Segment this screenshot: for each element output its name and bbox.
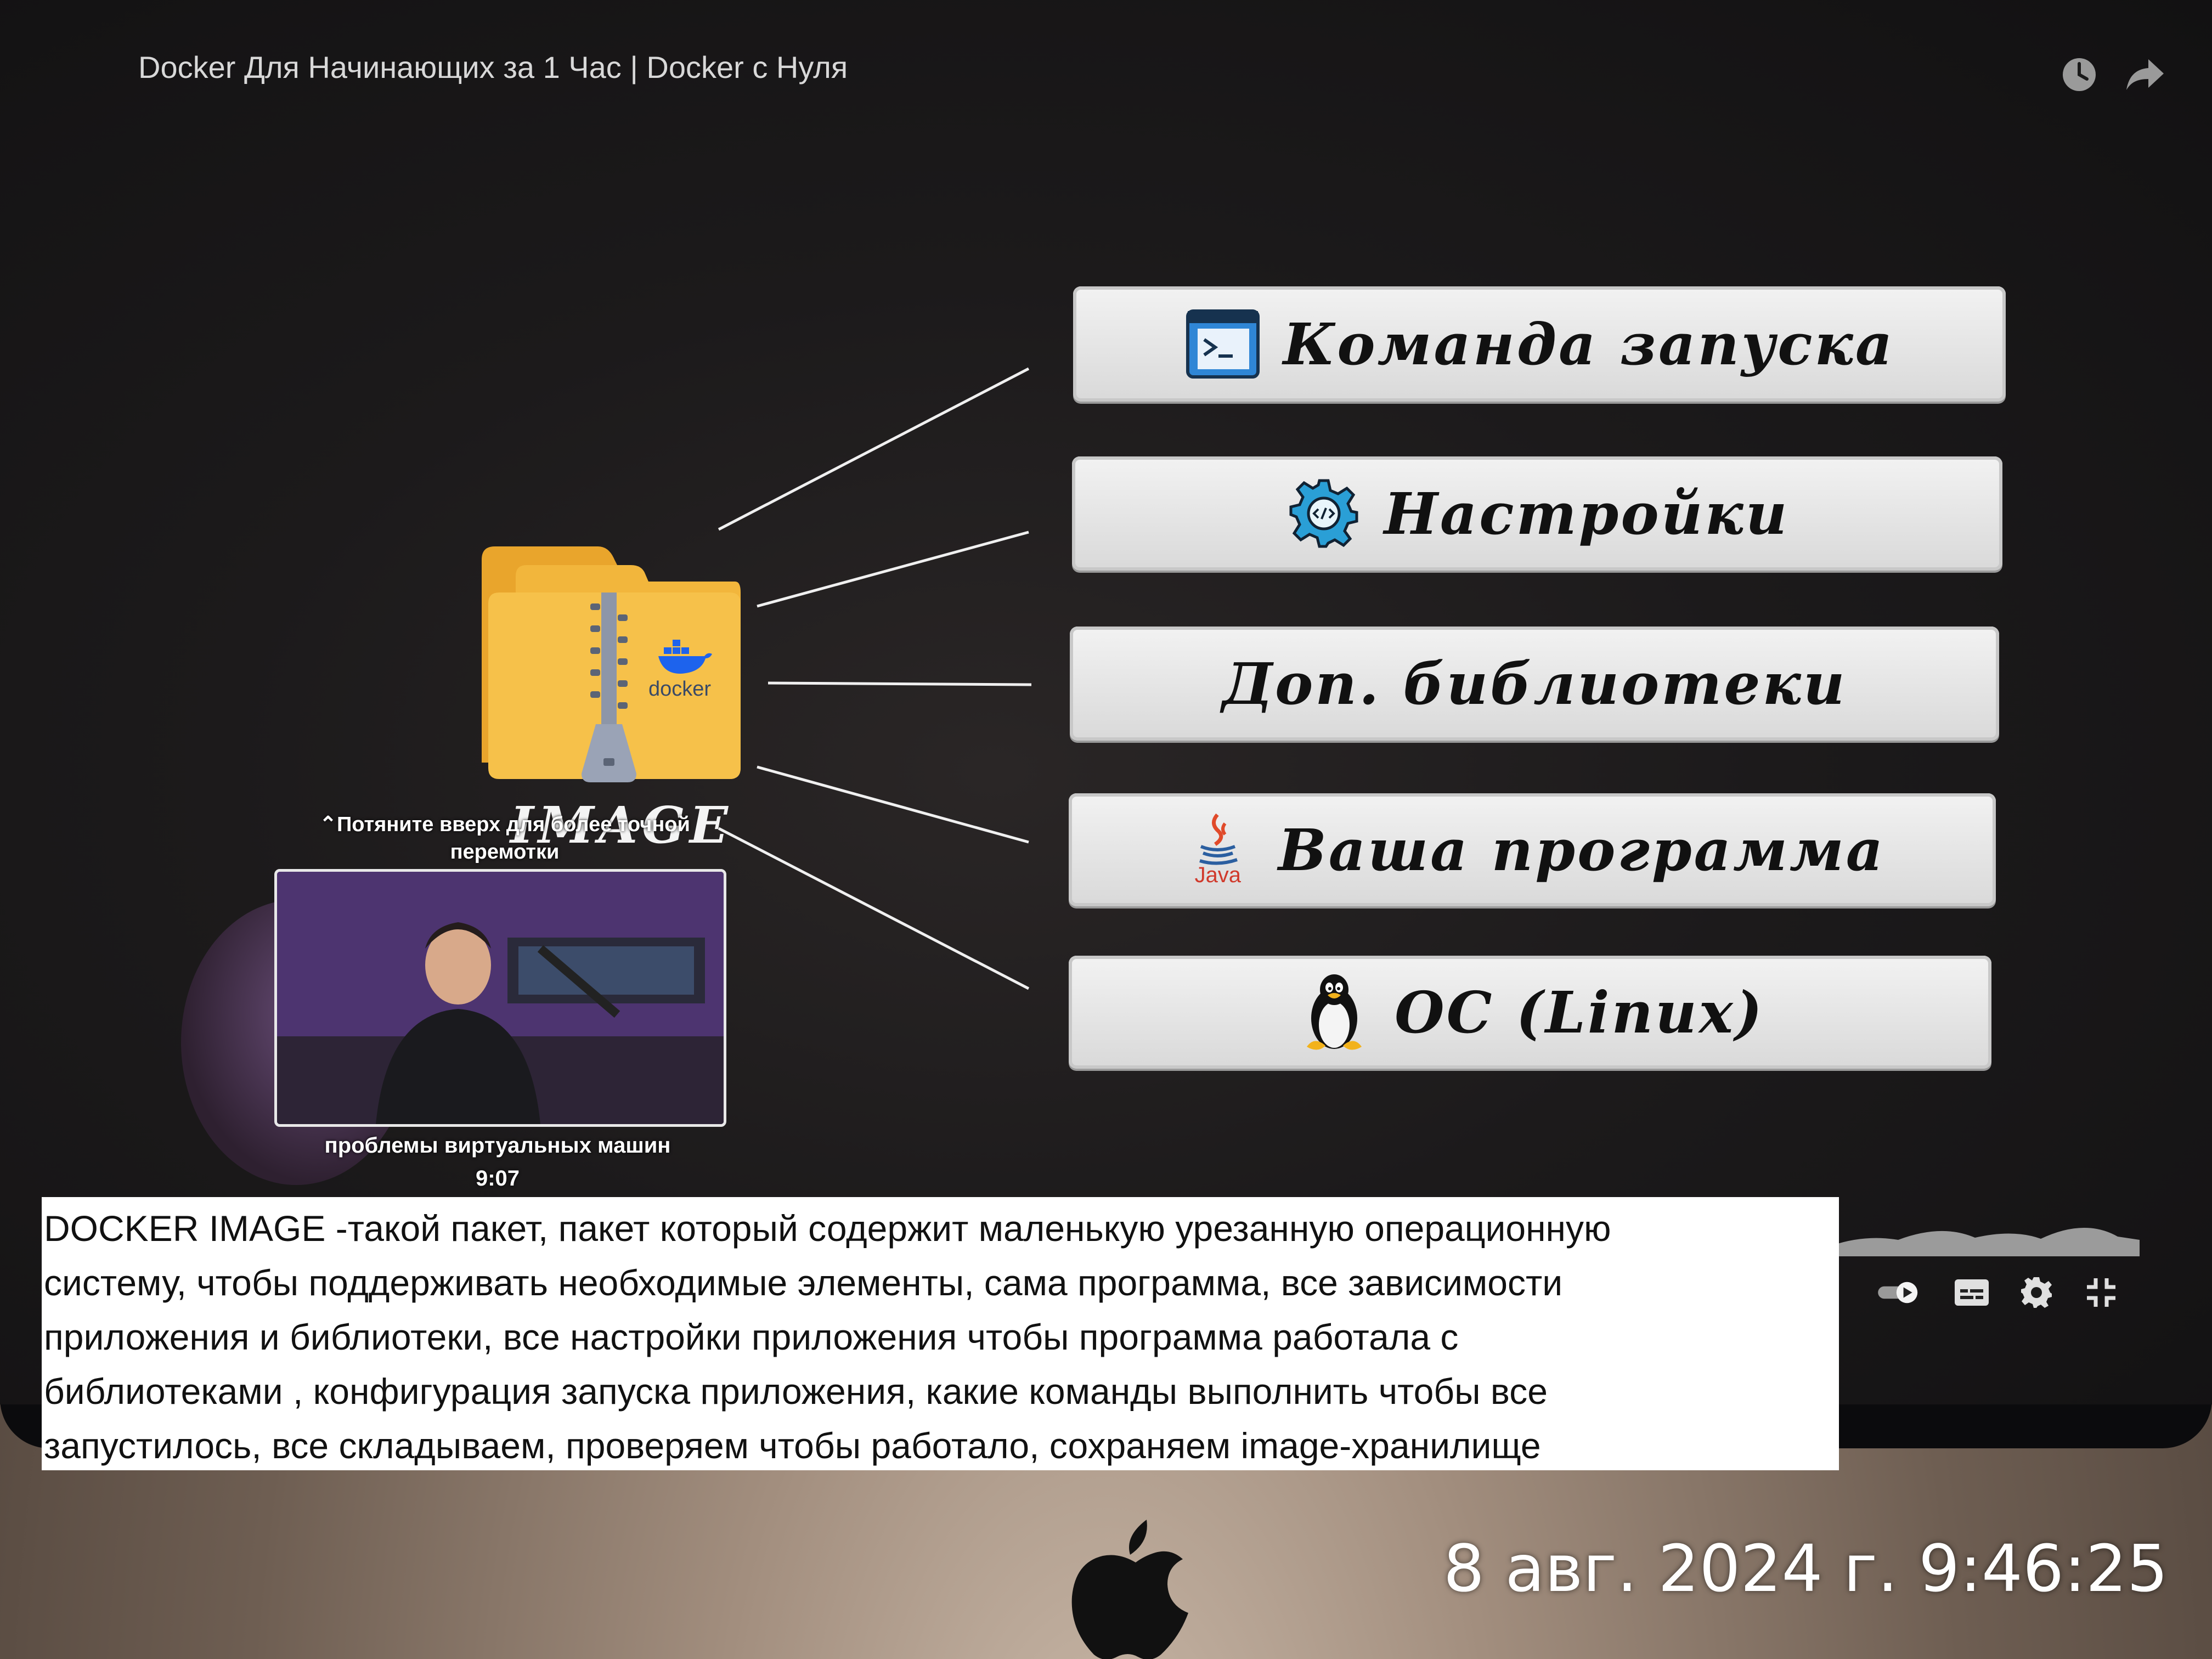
note-text: DOCKER IMAGE -такой пакет, пакет который… [44, 1208, 1611, 1466]
apple-logo-icon [1071, 1520, 1188, 1659]
card-settings: Настройки [1072, 456, 2002, 571]
seek-preview-thumbnail [274, 869, 726, 1127]
gear-icon [1285, 475, 1362, 552]
java-icon: Java [1180, 811, 1256, 888]
folder-logo-text: docker [648, 678, 712, 701]
card-label: Доп. библиотеки [1222, 650, 1847, 718]
seek-preview-time: 9:07 [475, 1166, 520, 1190]
terminal-icon [1184, 306, 1261, 382]
seek-hint: ⌃Потяните вверх для более точной перемот… [307, 811, 702, 866]
seek-preview-chapter-title: проблемы виртуальных машин [324, 1133, 671, 1158]
card-label: Ваша программа [1278, 816, 1886, 884]
card-label: Настройки [1384, 479, 1790, 548]
card-label: ОС (Linux) [1395, 978, 1764, 1046]
settings-gear-icon[interactable] [2015, 1271, 2058, 1314]
seek-hint-line1: ⌃Потяните вверх для более точной [319, 813, 690, 836]
video-player[interactable]: Docker Для Начинающих за 1 Час | Docker … [0, 0, 2212, 1404]
docker-image-folder-icon [482, 546, 741, 782]
photo-timestamp: 8 авг. 2024 г. 9:46:25 [1443, 1531, 2168, 1606]
note-overlay: DOCKER IMAGE -такой пакет, пакет который… [42, 1197, 1839, 1470]
card-os-linux: ОС (Linux) [1069, 956, 1991, 1069]
java-icon-text: Java [1194, 862, 1242, 887]
autoplay-toggle-icon[interactable] [1876, 1271, 1920, 1314]
subtitles-icon[interactable] [1950, 1271, 1994, 1314]
card-your-program: Java Ваша программа [1069, 793, 1996, 906]
chapter-heatmap [1832, 1227, 2140, 1256]
card-launch-command: Команда запуска [1073, 286, 2006, 402]
exit-fullscreen-icon[interactable] [2079, 1271, 2123, 1314]
card-label: Команда запуска [1283, 310, 1895, 378]
card-extra-libraries: Доп. библиотеки [1070, 627, 1999, 741]
linux-penguin-icon [1296, 974, 1373, 1051]
seek-hint-line2: перемотки [450, 840, 560, 864]
